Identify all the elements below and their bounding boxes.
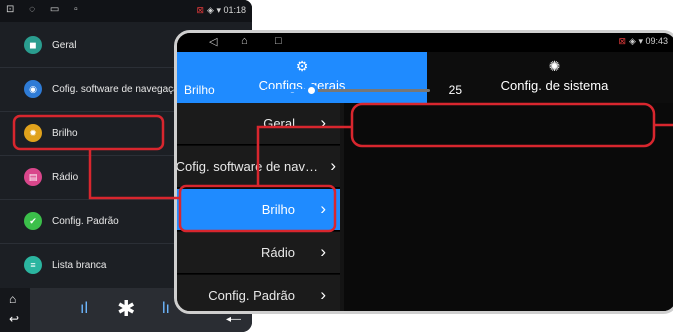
- old-clock: ◈ ▾ 01:18: [207, 5, 246, 15]
- new-status-right: ⊠ ◈ ▾ 09:43: [618, 36, 668, 47]
- radio-icon: ▤: [24, 168, 42, 186]
- brightness-slider[interactable]: [265, 84, 430, 97]
- old-item-label: Config. Padrão: [52, 216, 119, 227]
- old-item-label: Rádio: [52, 172, 79, 183]
- settings-content: [344, 103, 673, 311]
- brightness-icon: ✹: [24, 124, 42, 142]
- bluetooth-icon[interactable]: ✱: [117, 296, 135, 322]
- back-icon[interactable]: ↩: [9, 312, 19, 326]
- old-item-label: Lista branca: [52, 260, 107, 271]
- gear-icon: ⚙: [295, 58, 309, 74]
- settings-menu: Geral › Cofig. software de nav… › Brilho…: [177, 103, 340, 311]
- old-status-bar: ⊡ ◌ ▭ ▫ ⊠ ◈ ▾ 01:18: [0, 0, 252, 22]
- menu-item-navigation-software[interactable]: Cofig. software de nav… ›: [177, 146, 340, 188]
- chevron-right-icon: ›: [320, 242, 326, 261]
- brightness-value: 25: [448, 83, 462, 97]
- list-icon: ≡: [24, 256, 42, 274]
- menu-item-label: Cofig. software de nav…: [175, 159, 318, 174]
- new-clock: ◈ ▾ 09:43: [629, 36, 668, 46]
- next-track-icon[interactable]: lı: [162, 300, 170, 318]
- check-icon: ✔: [24, 212, 42, 230]
- menu-item-label: Brilho: [261, 202, 295, 217]
- old-item-label: Cofig. software de navegação: [52, 84, 185, 95]
- home-icon[interactable]: ⌂: [9, 292, 16, 306]
- menu-item-label: Rádio: [261, 245, 295, 260]
- navigation-icon: ◉: [24, 80, 42, 98]
- system-icon: ✺: [548, 58, 561, 74]
- general-icon: ◼: [24, 36, 42, 54]
- new-status-bar: ◁ ⌂ □ ⊠ ◈ ▾ 09:43: [177, 33, 673, 52]
- menu-item-label: Geral: [263, 116, 295, 131]
- old-item-label: Geral: [52, 40, 77, 51]
- new-settings-screen: ◁ ⌂ □ ⊠ ◈ ▾ 09:43 ⚙ Configs. gerais ✺ Con…: [174, 30, 673, 314]
- old-item-label: Brilho: [52, 128, 78, 139]
- menu-item-radio[interactable]: Rádio ›: [177, 232, 340, 274]
- old-side-keys: ⌂ ↩: [0, 288, 30, 332]
- chevron-right-icon: ›: [320, 113, 326, 132]
- menu-item-config-padrao[interactable]: Config. Padrão ›: [177, 275, 340, 311]
- old-status-icons: ⊡ ◌ ▭ ▫: [6, 4, 84, 15]
- return-icon[interactable]: ◂—: [226, 314, 241, 325]
- warning-icon: ⊠: [196, 5, 205, 15]
- nav-back-icon[interactable]: ◁: [209, 35, 217, 48]
- menu-item-brilho[interactable]: Brilho ›: [177, 189, 340, 231]
- chevron-right-icon: ›: [330, 156, 336, 175]
- brightness-label: Brilho: [184, 83, 215, 97]
- chevron-right-icon: ›: [320, 199, 326, 218]
- menu-item-geral[interactable]: Geral ›: [177, 103, 340, 145]
- slider-thumb[interactable]: [305, 84, 319, 97]
- brightness-row: Brilho 25: [172, 74, 474, 106]
- chevron-right-icon: ›: [320, 285, 326, 304]
- old-status-right: ⊠ ◈ ▾ 01:18: [196, 5, 246, 16]
- previous-track-icon[interactable]: ıl: [80, 300, 88, 318]
- nav-home-icon[interactable]: ⌂: [241, 35, 248, 47]
- menu-item-label: Config. Padrão: [208, 288, 295, 303]
- warning-icon: ⊠: [618, 36, 627, 46]
- nav-recent-icon[interactable]: □: [275, 35, 282, 47]
